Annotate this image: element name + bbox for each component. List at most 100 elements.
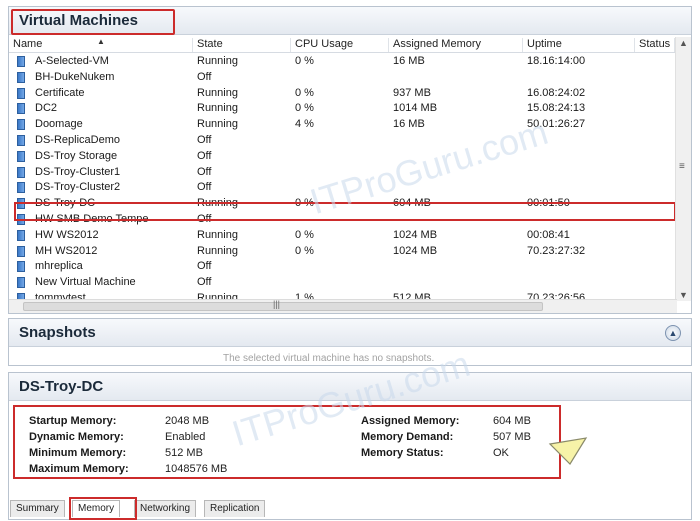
- vm-state-cell: Off: [197, 149, 212, 162]
- horizontal-scrollbar[interactable]: |||: [9, 299, 677, 313]
- column-cpu-usage[interactable]: CPU Usage: [291, 38, 389, 52]
- virtual-machine-icon: [17, 277, 25, 289]
- vm-memory-cell: 16 MB: [393, 118, 425, 131]
- vm-memory-cell: 1014 MB: [393, 102, 438, 115]
- vm-name-cell: DS-Troy Storage: [35, 149, 118, 162]
- vm-state-cell: Running: [197, 55, 238, 67]
- dynamic-memory: Dynamic Memory: Enabled: [29, 431, 206, 443]
- vm-state-cell: Running: [197, 102, 238, 115]
- vertical-scrollbar[interactable]: ▲ ≡ ▼: [675, 37, 691, 301]
- snapshots-title: Snapshots: [19, 324, 96, 341]
- scroll-grip-icon: |||: [273, 299, 281, 309]
- virtual-machine-icon: [17, 245, 25, 257]
- column-uptime[interactable]: Uptime: [523, 38, 635, 52]
- vm-cpu-cell: 0 %: [295, 102, 314, 115]
- virtual-machine-icon: [17, 134, 25, 146]
- virtual-machines-panel: Virtual Machines Name ▲ State CPU Usage A…: [8, 6, 692, 314]
- table-row[interactable]: MH WS2012 Running 0 % 1024 MB 70.23:27:32: [9, 244, 675, 260]
- column-state[interactable]: State: [193, 38, 291, 52]
- vm-state-cell: Off: [197, 181, 212, 194]
- startup-memory: Startup Memory: 2048 MB: [29, 415, 210, 427]
- tab-summary[interactable]: Summary: [10, 500, 65, 517]
- virtual-machine-icon: [17, 56, 25, 67]
- vm-name-cell: BH-DukeNukem: [35, 70, 115, 83]
- column-assigned-memory[interactable]: Assigned Memory: [389, 38, 523, 52]
- memory-status: Memory Status: OK: [361, 447, 509, 459]
- vm-state-cell: Off: [197, 260, 212, 273]
- vm-name-cell: Doomage: [35, 118, 83, 131]
- vm-cpu-cell: 0 %: [295, 86, 314, 99]
- pointer-arrow-icon: [548, 437, 588, 465]
- snapshots-panel: Snapshots ▲ The selected virtual machine…: [8, 318, 692, 366]
- virtual-machine-icon: [17, 87, 25, 99]
- vm-name-cell: mhreplica: [35, 260, 83, 273]
- vm-name-cell: A-Selected-VM: [35, 55, 109, 67]
- scroll-up-icon[interactable]: ▲: [679, 38, 688, 48]
- vm-name-cell: New Virtual Machine: [35, 276, 136, 289]
- title-highlight-box: [11, 9, 175, 35]
- vm-state-cell: Running: [197, 86, 238, 99]
- vm-name-cell: DS-Troy-Cluster2: [35, 181, 121, 194]
- column-status[interactable]: Status: [635, 38, 675, 52]
- virtual-machine-icon: [17, 119, 25, 131]
- vm-memory-cell: 16 MB: [393, 55, 425, 67]
- snapshots-header: Snapshots ▲: [9, 319, 691, 347]
- vm-state-cell: Running: [197, 244, 238, 257]
- vm-cpu-cell: 0 %: [295, 228, 314, 241]
- table-row[interactable]: Doomage Running 4 % 16 MB 50.01:26:27: [9, 117, 675, 133]
- tab-replication[interactable]: Replication: [204, 500, 266, 517]
- table-row[interactable]: DS-Troy Storage Off: [9, 149, 675, 165]
- table-row[interactable]: DS-Troy-Cluster1 Off: [9, 165, 675, 181]
- table-row[interactable]: mhreplica Off: [9, 259, 675, 275]
- virtual-machine-icon: [17, 166, 25, 178]
- snapshots-empty-text: The selected virtual machine has no snap…: [223, 353, 435, 364]
- vm-cpu-cell: 4 %: [295, 118, 314, 131]
- memory-tab-highlight-box: [69, 497, 137, 520]
- vm-name-cell: HW WS2012: [35, 228, 99, 241]
- tab-networking[interactable]: Networking: [134, 500, 197, 517]
- vm-cpu-cell: 0 %: [295, 244, 314, 257]
- vm-uptime-cell: 16.08:24:02: [527, 86, 586, 99]
- vm-state-cell: Running: [197, 118, 238, 131]
- vm-state-cell: Off: [197, 165, 212, 178]
- vm-state-cell: Off: [197, 276, 212, 289]
- assigned-memory: Assigned Memory: 604 MB: [361, 415, 531, 427]
- table-row[interactable]: New Virtual Machine Off: [9, 275, 675, 291]
- virtual-machine-icon: [17, 229, 25, 241]
- vm-list: A-Selected-VM Running 0 % 16 MB 18.16:14:00 B…: [9, 54, 675, 300]
- scroll-grip-icon[interactable]: ≡: [679, 161, 685, 172]
- vm-name-cell: DS-Troy-Cluster1: [35, 165, 121, 178]
- vm-state-cell: Off: [197, 70, 212, 83]
- minimum-memory: Minimum Memory: 512 MB: [29, 447, 203, 459]
- vm-name-cell: MH WS2012: [35, 244, 98, 257]
- table-row[interactable]: BH-DukeNukem Off: [9, 70, 675, 86]
- detail-header: DS-Troy-DC: [9, 373, 691, 401]
- table-row[interactable]: DS-Troy-Cluster2 Off: [9, 180, 675, 196]
- vm-memory-cell: 1024 MB: [393, 244, 438, 257]
- virtual-machine-icon: [17, 150, 25, 162]
- maximum-memory: Maximum Memory: 1048576 MB: [29, 463, 228, 475]
- vm-name-cell: DC2: [35, 102, 58, 115]
- vm-state-cell: Running: [197, 228, 238, 241]
- sort-ascending-icon: ▲: [97, 38, 105, 46]
- column-headers: Name ▲ State CPU Usage Assigned Memory Up…: [9, 37, 675, 53]
- collapse-icon[interactable]: ▲: [665, 325, 681, 341]
- table-row[interactable]: DC2 Running 0 % 1014 MB 15.08:24:13: [9, 101, 675, 117]
- scroll-down-icon[interactable]: ▼: [679, 290, 688, 300]
- vm-uptime-cell: 18.16:14:00: [527, 55, 586, 67]
- detail-title: DS-Troy-DC: [19, 378, 104, 395]
- vm-cpu-cell: 0 %: [295, 55, 314, 67]
- vm-uptime-cell: 70.23:27:32: [527, 244, 586, 257]
- horizontal-scroll-thumb[interactable]: [23, 302, 543, 311]
- selected-row-highlight-box: [14, 202, 676, 221]
- vm-uptime-cell: 00:08:41: [527, 228, 570, 241]
- vm-name-cell: Certificate: [35, 86, 85, 99]
- vm-uptime-cell: 50.01:26:27: [527, 118, 586, 131]
- table-row[interactable]: HW WS2012 Running 0 % 1024 MB 00:08:41: [9, 228, 675, 244]
- table-row[interactable]: A-Selected-VM Running 0 % 16 MB 18.16:14:00: [9, 54, 675, 70]
- table-row[interactable]: Certificate Running 0 % 937 MB 16.08:24:02: [9, 86, 675, 102]
- table-row[interactable]: DS-ReplicaDemo Off: [9, 133, 675, 149]
- vm-state-cell: Off: [197, 133, 212, 146]
- column-name[interactable]: Name ▲: [9, 38, 193, 52]
- vm-memory-cell: 1024 MB: [393, 228, 438, 241]
